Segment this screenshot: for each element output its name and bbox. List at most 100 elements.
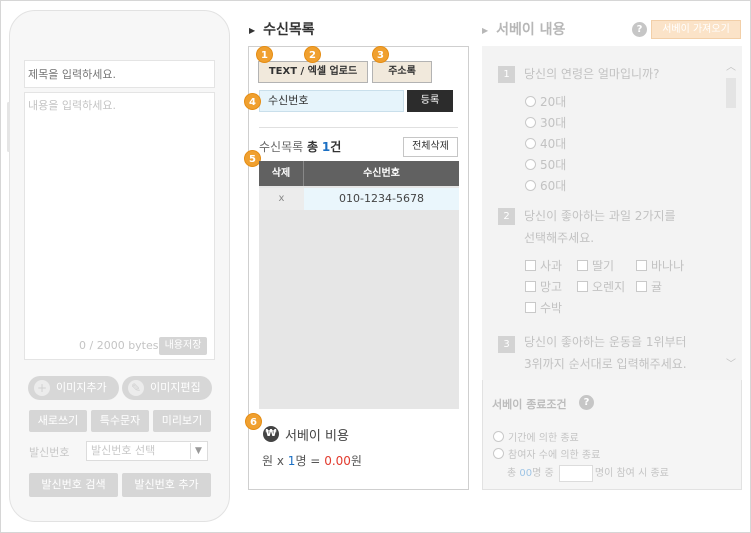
register-button[interactable]: 등록 [407, 90, 453, 112]
option-label: 망고 [540, 280, 563, 294]
option-label: 오렌지 [592, 280, 626, 294]
checkbox-option[interactable]: 오렌지 [577, 278, 625, 295]
content-textarea[interactable]: 내용을 입력하세요. [24, 92, 215, 360]
recipients-title: ▶ 수신목록 [249, 19, 315, 39]
question-text: 당신이 좋아하는 운동을 1위부터 [524, 335, 687, 349]
option-label: 40대 [540, 137, 567, 151]
checkbox-option[interactable]: 딸기 [577, 257, 614, 274]
address-book-button[interactable]: 주소록 [372, 61, 432, 83]
option-label: 기간에 의한 종료 [508, 433, 579, 444]
checkbox-icon [636, 281, 647, 292]
recipient-count: 수신목록 총 1건 [259, 138, 341, 155]
option-label: 수박 [540, 301, 563, 315]
new-write-button[interactable]: 새로쓰기 [29, 410, 87, 432]
step-badge-4: 4 [244, 93, 261, 110]
radio-option[interactable]: 60대 [525, 177, 566, 194]
sender-search-button[interactable]: 발신번호 검색 [29, 473, 118, 497]
chevron-down-icon[interactable]: ﹀ [724, 355, 738, 370]
step-badge-6: 6 [245, 413, 262, 430]
checkbox-option[interactable]: 귤 [636, 278, 662, 295]
question-text: 당신의 연령은 얼마입니까? [524, 67, 660, 81]
option-label: 귤 [651, 280, 663, 294]
radio-icon [525, 96, 536, 107]
end-by-participants-option[interactable]: 참여자 수에 의한 종료 [493, 446, 600, 461]
checkbox-icon [525, 260, 536, 271]
recipients-title-text: 수신목록 [263, 22, 315, 38]
pencil-icon: ✎ [128, 380, 144, 396]
col-delete: 삭제 [259, 161, 304, 186]
row-delete-button[interactable]: x [259, 188, 304, 210]
radio-option[interactable]: 40대 [525, 135, 566, 152]
end-total: 총 [507, 468, 517, 479]
image-edit-label: 이미지편집 [150, 381, 201, 394]
step-badge-3: 3 [372, 46, 389, 63]
radio-icon [525, 117, 536, 128]
end-by-period-option[interactable]: 기간에 의한 종료 [493, 429, 579, 444]
checkbox-icon [577, 281, 588, 292]
recipient-table: 삭제 수신번호 x 010-1234-5678 [259, 161, 459, 409]
question-number: 1 [498, 66, 515, 83]
help-icon[interactable]: ? [632, 22, 647, 37]
text-excel-upload-button[interactable]: TEXT / 엑셀 업로드 [258, 61, 368, 83]
table-header: 삭제 수신번호 [259, 161, 459, 186]
question-number: 3 [498, 336, 515, 353]
help-icon[interactable]: ? [579, 395, 594, 410]
radio-option[interactable]: 50대 [525, 156, 566, 173]
radio-option[interactable]: 30대 [525, 114, 566, 131]
checkbox-option[interactable]: 망고 [525, 278, 562, 295]
special-chars-button[interactable]: 특수문자 [91, 410, 149, 432]
cost-won: 원 x [262, 454, 284, 468]
triangle-icon: ▶ [249, 25, 256, 35]
row-number: 010-1234-5678 [304, 188, 459, 210]
survey-fetch-button[interactable]: 서베이 가져오기 [651, 20, 741, 39]
delete-all-button[interactable]: 전체삭제 [403, 137, 458, 157]
end-count-input[interactable] [558, 464, 593, 482]
checkbox-option[interactable]: 바나나 [636, 257, 684, 274]
sender-select[interactable]: 발신번호 선택 ▼ [86, 441, 208, 461]
survey-title-text: 서베이 내용 [496, 22, 566, 38]
radio-icon [493, 431, 504, 442]
subject-input[interactable] [24, 60, 215, 88]
radio-icon [525, 159, 536, 170]
image-add-button[interactable]: + 이미지추가 [28, 376, 119, 400]
image-edit-button[interactable]: ✎ 이미지편집 [122, 376, 212, 400]
radio-icon [525, 138, 536, 149]
option-label: 20대 [540, 95, 567, 109]
end-suffix: 명이 참여 시 종료 [594, 468, 669, 479]
plus-icon: + [34, 380, 50, 396]
option-label: 참여자 수에 의한 종료 [508, 450, 601, 461]
checkbox-icon [636, 260, 647, 271]
end-participant-count: 총 00명 중 명이 참여 시 종료 [507, 464, 669, 482]
recipient-number-input[interactable]: 수신번호 [259, 90, 404, 112]
cost-unit: 원 [350, 454, 362, 468]
preview-button[interactable]: 미리보기 [153, 410, 211, 432]
sender-label: 발신번호 [29, 446, 70, 459]
step-badge-1: 1 [256, 46, 273, 63]
count-total: 총 [307, 140, 319, 154]
byte-counter: 0 / 2000 bytes [79, 339, 159, 352]
option-label: 딸기 [592, 259, 615, 273]
checkbox-option[interactable]: 수박 [525, 299, 562, 316]
save-content-button[interactable]: 내용저장 [159, 337, 207, 355]
checkbox-option[interactable]: 사과 [525, 257, 562, 274]
radio-option[interactable]: 20대 [525, 93, 566, 110]
question-text: 3위까지 순서대로 입력해주세요. [524, 357, 687, 371]
survey-scrollbar[interactable]: ︿ ﹀ [724, 58, 738, 370]
chevron-down-icon[interactable]: ▼ [190, 443, 206, 459]
end-condition-title: 서베이 종료조건 [492, 398, 567, 411]
chevron-up-icon[interactable]: ︿ [724, 58, 738, 73]
radio-icon [525, 180, 536, 191]
option-label: 바나나 [651, 259, 685, 273]
radio-icon [493, 448, 504, 459]
sender-select-value: 발신번호 선택 [91, 444, 156, 457]
sender-add-button[interactable]: 발신번호 추가 [122, 473, 211, 497]
count-value: 1 [321, 140, 331, 154]
cost-line: 원 x 1명 = 0.00원 [262, 452, 362, 469]
checkbox-icon [525, 302, 536, 313]
cost-title: 서베이 비용 [285, 429, 349, 444]
scrollbar-thumb[interactable] [726, 78, 736, 108]
option-label: 사과 [540, 259, 563, 273]
option-label: 50대 [540, 158, 567, 172]
count-suffix: 건 [330, 140, 342, 154]
end-total-value: 00 [519, 468, 533, 479]
